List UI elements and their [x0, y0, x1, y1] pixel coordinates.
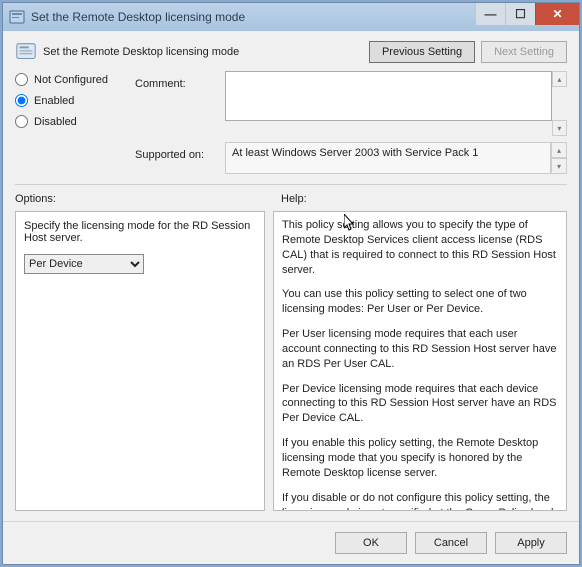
comment-textarea[interactable]	[225, 71, 552, 121]
supported-label: Supported on:	[135, 142, 225, 164]
comment-label: Comment:	[135, 71, 225, 93]
radio-label: Enabled	[34, 95, 74, 107]
help-paragraph: If you enable this policy setting, the R…	[282, 436, 558, 481]
divider	[15, 184, 567, 185]
previous-setting-button[interactable]: Previous Setting	[369, 41, 475, 63]
radio-label: Not Configured	[34, 74, 108, 86]
radio-disabled[interactable]: Disabled	[15, 115, 135, 128]
policy-icon	[15, 41, 37, 63]
footer-buttons: OK Cancel Apply	[3, 521, 579, 564]
help-paragraph: This policy setting allows you to specif…	[282, 218, 558, 277]
maximize-button[interactable]: ☐	[505, 3, 535, 25]
cancel-button[interactable]: Cancel	[415, 532, 487, 554]
help-header: Help:	[281, 193, 307, 205]
ok-button[interactable]: OK	[335, 532, 407, 554]
help-paragraph: If you disable or do not configure this …	[282, 491, 558, 511]
help-paragraph: Per User licensing mode requires that ea…	[282, 327, 558, 372]
help-paragraph: Per Device licensing mode requires that …	[282, 382, 558, 427]
supported-scroll: ▴ ▾	[551, 142, 567, 174]
content-area: Set the Remote Desktop licensing mode Pr…	[3, 31, 579, 515]
options-prompt: Specify the licensing mode for the RD Se…	[24, 220, 256, 244]
dialog-window: Set the Remote Desktop licensing mode — …	[2, 2, 580, 565]
radio-not-configured[interactable]: Not Configured	[15, 73, 135, 86]
scroll-down-icon[interactable]: ▾	[551, 158, 567, 174]
next-setting-button[interactable]: Next Setting	[481, 41, 567, 63]
options-header: Options:	[15, 193, 265, 205]
scroll-up-icon[interactable]: ▴	[552, 71, 567, 87]
window-controls: — ☐ ✕	[475, 3, 579, 25]
help-paragraph: You can use this policy setting to selec…	[282, 287, 558, 317]
close-button[interactable]: ✕	[535, 3, 579, 25]
window-title: Set the Remote Desktop licensing mode	[31, 10, 245, 24]
options-panel: Specify the licensing mode for the RD Se…	[15, 211, 265, 511]
apply-button[interactable]: Apply	[495, 532, 567, 554]
minimize-button[interactable]: —	[475, 3, 505, 25]
supported-on-box: At least Windows Server 2003 with Servic…	[225, 142, 551, 174]
config-radios: Not Configured Enabled Disabled	[15, 71, 135, 136]
scroll-down-icon[interactable]: ▾	[552, 120, 567, 136]
licensing-mode-select[interactable]: Per Device	[24, 254, 144, 274]
radio-label: Disabled	[34, 116, 77, 128]
supported-on-text: At least Windows Server 2003 with Servic…	[232, 147, 478, 159]
scroll-up-icon[interactable]: ▴	[551, 142, 567, 158]
help-panel[interactable]: This policy setting allows you to specif…	[273, 211, 567, 511]
comment-scroll: ▴ ▾	[552, 71, 567, 136]
policy-title: Set the Remote Desktop licensing mode	[43, 46, 239, 58]
titlebar[interactable]: Set the Remote Desktop licensing mode — …	[3, 3, 579, 31]
radio-enabled[interactable]: Enabled	[15, 94, 135, 107]
policy-title-icon	[9, 9, 25, 25]
